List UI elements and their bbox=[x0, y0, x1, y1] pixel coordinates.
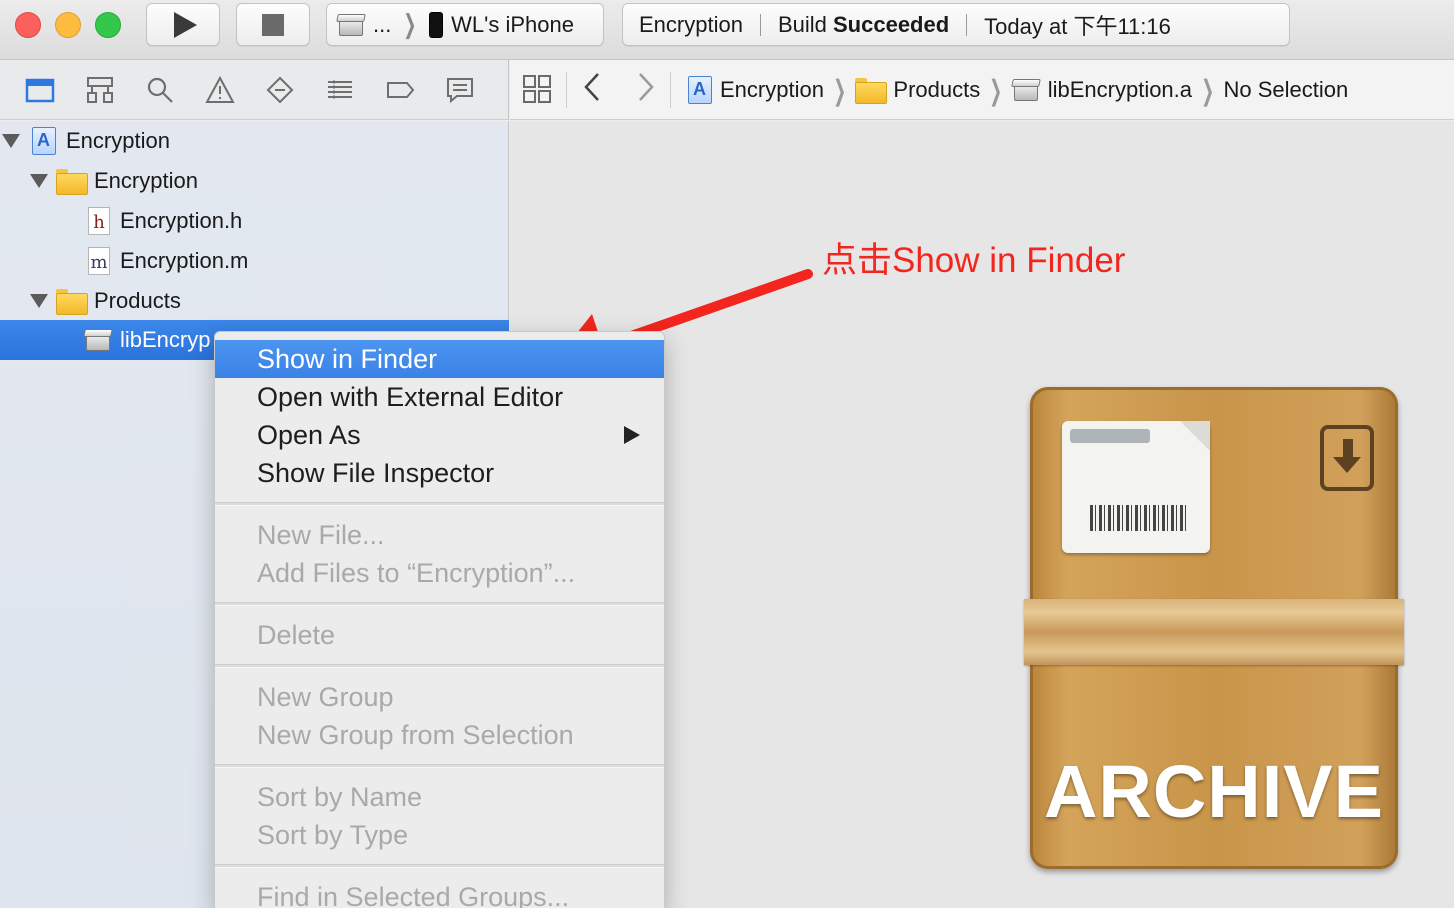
tree-row-label: Encryption bbox=[66, 128, 170, 153]
menu-item-label: Open As bbox=[257, 419, 361, 450]
menu-item-show-in-finder[interactable]: Show in Finder bbox=[215, 340, 664, 378]
annotation-text: 点击Show in Finder bbox=[822, 241, 1126, 280]
chevron-right-icon: ❯ bbox=[989, 74, 1003, 106]
zoom-window-button[interactable] bbox=[95, 12, 121, 38]
menu-item-new-group-from-selection[interactable]: New Group from Selection bbox=[215, 716, 664, 754]
activity-time: Today at 下午11:16 bbox=[984, 13, 1171, 39]
breakpoint-icon[interactable] bbox=[384, 74, 416, 106]
download-icon bbox=[1320, 425, 1374, 491]
xcode-project-icon bbox=[688, 76, 712, 104]
activity-project: Encryption bbox=[639, 11, 743, 37]
scheme-name: ... bbox=[373, 11, 392, 37]
menu-item-new-group[interactable]: New Group bbox=[215, 678, 664, 716]
window-toolbar: ... ❯ WL's iPhone Encryption Build Succe… bbox=[0, 0, 1454, 60]
menu-item-show-file-inspector[interactable]: Show File Inspector bbox=[215, 454, 664, 492]
report-icon[interactable] bbox=[444, 74, 476, 106]
library-package-icon bbox=[83, 327, 113, 353]
stop-button[interactable] bbox=[236, 3, 310, 46]
menu-item-sort-by-name[interactable]: Sort by Name bbox=[215, 778, 664, 816]
context-menu: Show in Finder Open with External Editor… bbox=[214, 331, 665, 908]
folder-icon bbox=[56, 169, 88, 195]
disclosure-triangle-icon[interactable] bbox=[2, 134, 20, 148]
archive-label: ARCHIVE bbox=[1043, 750, 1385, 833]
folder-icon[interactable] bbox=[24, 74, 56, 106]
submenu-arrow-icon bbox=[624, 426, 640, 444]
folder-icon bbox=[855, 78, 888, 104]
chevron-right-icon: ❯ bbox=[403, 9, 417, 39]
activity-status: Succeeded bbox=[833, 11, 950, 37]
editor-jump-bar: Encryption ❯ Products ❯ libEncryption.a … bbox=[510, 60, 1454, 120]
tree-row-group[interactable]: Encryption bbox=[0, 161, 509, 201]
breadcrumb-item[interactable]: libEncryption.a bbox=[1048, 77, 1192, 103]
debug-icon[interactable] bbox=[324, 74, 356, 106]
menu-separator bbox=[215, 864, 664, 868]
tree-row-label: libEncryp bbox=[120, 327, 211, 352]
breadcrumb-item[interactable]: Products bbox=[893, 77, 980, 103]
stop-icon bbox=[262, 13, 284, 36]
menu-item-new-file[interactable]: New File... bbox=[215, 516, 664, 554]
disclosure-triangle-icon[interactable] bbox=[30, 174, 48, 188]
tree-row-label: Encryption.h bbox=[120, 208, 243, 233]
navigator-selector-bar bbox=[0, 60, 509, 120]
activity-status-prefix: Build bbox=[777, 11, 827, 37]
back-arrow-icon[interactable] bbox=[580, 70, 604, 104]
device-name[interactable]: WL's iPhone bbox=[451, 12, 574, 38]
disclosure-triangle-icon[interactable] bbox=[30, 294, 48, 308]
tree-row-file[interactable]: h Encryption.h bbox=[0, 201, 509, 241]
menu-item-delete[interactable]: Delete bbox=[215, 616, 664, 654]
tree-row-label: Products bbox=[94, 288, 181, 313]
menu-item-find-in-selected-groups[interactable]: Find in Selected Groups... bbox=[215, 878, 664, 908]
menu-item-open-as[interactable]: Open As bbox=[215, 416, 664, 454]
library-package-icon bbox=[336, 12, 366, 38]
breadcrumb-item[interactable]: Encryption bbox=[720, 77, 824, 103]
header-file-icon: h bbox=[88, 207, 110, 235]
archive-file-icon: ARCHIVE bbox=[1024, 387, 1404, 873]
menu-item-add-files[interactable]: Add Files to “Encryption”... bbox=[215, 554, 664, 592]
menu-separator bbox=[215, 502, 664, 506]
tree-row-file[interactable]: m Encryption.m bbox=[0, 241, 509, 281]
play-icon bbox=[173, 11, 197, 38]
scheme-selector[interactable]: ... ❯ WL's iPhone bbox=[326, 3, 604, 46]
menu-item-sort-by-type[interactable]: Sort by Type bbox=[215, 816, 664, 854]
library-package-icon bbox=[1010, 77, 1041, 103]
tree-row-group[interactable]: Products bbox=[0, 281, 509, 321]
minimize-window-button[interactable] bbox=[55, 12, 81, 38]
forward-arrow-icon[interactable] bbox=[634, 70, 658, 104]
tree-row-project[interactable]: Encryption bbox=[0, 121, 509, 161]
source-file-icon: m bbox=[88, 247, 110, 275]
tree-row-label: Encryption bbox=[94, 168, 198, 193]
warning-icon[interactable] bbox=[204, 74, 236, 106]
menu-separator bbox=[215, 602, 664, 606]
menu-separator bbox=[215, 764, 664, 768]
activity-viewer: Encryption Build Succeeded Today at 下午11… bbox=[622, 3, 1290, 46]
folder-icon bbox=[56, 289, 88, 315]
menu-item-open-external-editor[interactable]: Open with External Editor bbox=[215, 378, 664, 416]
chevron-right-icon: ❯ bbox=[1201, 74, 1215, 106]
run-button[interactable] bbox=[146, 3, 220, 46]
breadcrumb-item[interactable]: No Selection bbox=[1224, 77, 1349, 103]
close-window-button[interactable] bbox=[15, 12, 41, 38]
related-items-icon[interactable] bbox=[522, 74, 552, 104]
test-icon[interactable] bbox=[264, 74, 296, 106]
search-icon[interactable] bbox=[144, 74, 176, 106]
tree-row-label: Encryption.m bbox=[120, 248, 249, 273]
menu-separator bbox=[215, 664, 664, 668]
xcode-project-icon bbox=[32, 127, 56, 155]
hierarchy-icon[interactable] bbox=[84, 74, 116, 106]
iphone-icon bbox=[429, 11, 444, 38]
chevron-right-icon: ❯ bbox=[833, 74, 847, 106]
breadcrumb: Encryption ❯ Products ❯ libEncryption.a … bbox=[688, 60, 1348, 120]
